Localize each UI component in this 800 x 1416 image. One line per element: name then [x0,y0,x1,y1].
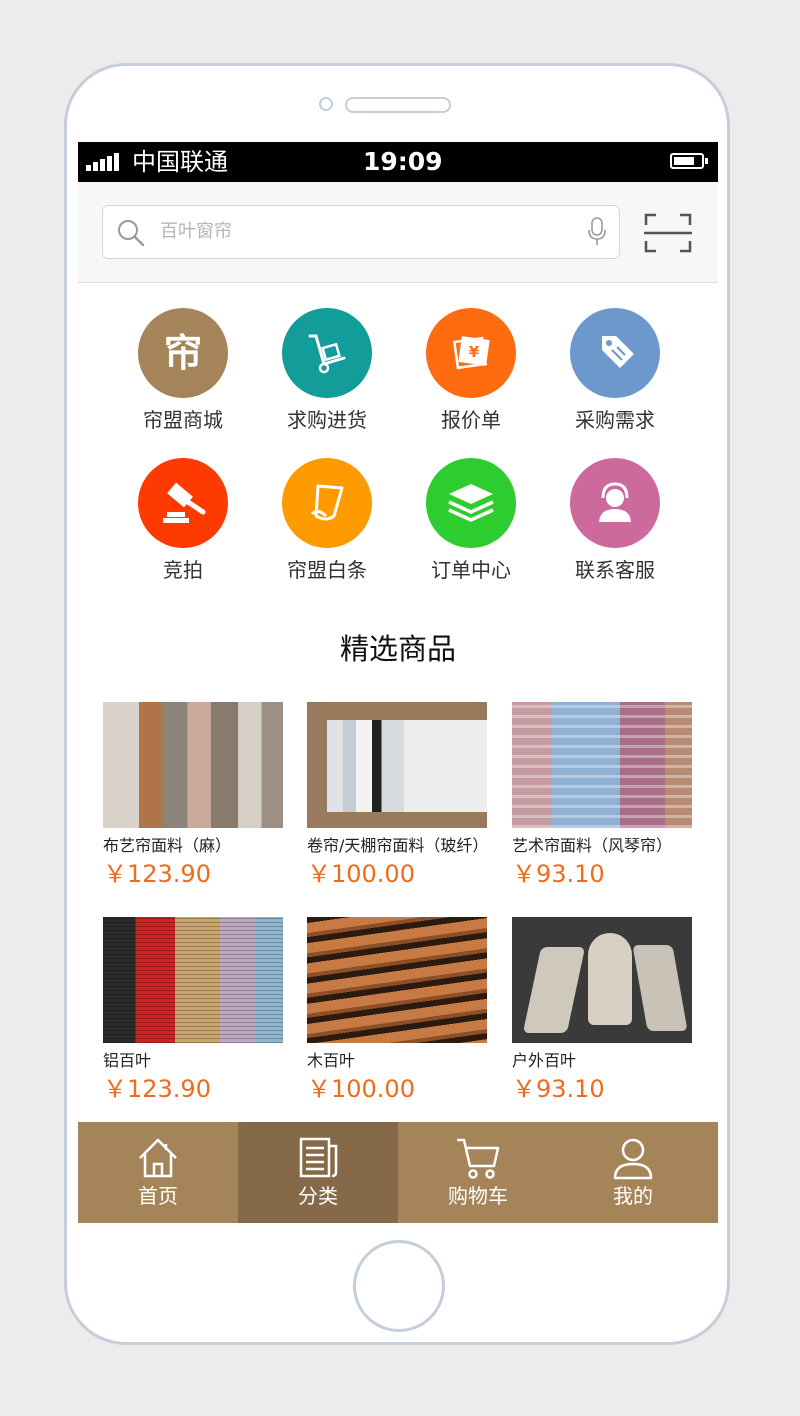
hand-truck-icon [282,308,372,398]
product-image[interactable] [307,917,487,1043]
product-name: 木百叶 [307,1051,356,1070]
product-name: 布艺帘面料（麻） [103,836,232,855]
category-auction[interactable]: 竞拍 [113,458,253,582]
microphone-icon[interactable] [587,217,607,247]
product-image[interactable] [512,702,692,828]
tab-label: 购物车 [448,1184,508,1208]
category-label: 报价单 [441,408,501,432]
category-label: 采购需求 [575,408,655,432]
tab-label: 首页 [138,1184,178,1208]
tab-cart[interactable]: 购物车 [398,1122,558,1223]
category-orders[interactable]: 订单中心 [401,458,541,582]
category-label: 帘盟白条 [287,558,367,582]
category-label: 订单中心 [431,558,511,582]
product-image[interactable] [307,702,487,828]
product-image[interactable] [103,917,283,1043]
scan-icon[interactable] [644,213,692,253]
search-header: 百叶窗帘 [78,182,718,283]
tab-label: 我的 [613,1184,653,1208]
product-name: 卷帘/天棚帘面料（玻纤） [307,836,489,855]
product-price: ￥100.00 [307,860,415,888]
product-card[interactable]: 布艺帘面料（麻） ￥123.90 [103,702,283,888]
status-bar: 中国联通 19:09 [78,142,718,182]
category-label: 联系客服 [575,558,655,582]
front-camera [319,97,333,111]
signal-icon [86,153,126,171]
section-title: 精选商品 [339,632,456,666]
search-icon [118,220,145,247]
category-icon [299,1137,338,1178]
tab-label: 分类 [298,1184,338,1208]
home-icon [139,1138,177,1178]
user-icon [613,1138,653,1180]
carrier-name: 中国联通 [132,148,228,176]
product-image[interactable] [512,917,692,1043]
category-demand[interactable]: 采购需求 [545,308,685,432]
customer-service-icon [570,458,660,548]
category-purchase[interactable]: 求购进货 [257,308,397,432]
product-card[interactable]: 卷帘/天棚帘面料（玻纤） ￥100.00 [307,702,489,888]
product-price: ￥93.10 [512,860,605,888]
product-price: ￥100.00 [307,1075,415,1103]
cart-icon [457,1138,500,1179]
category-credit[interactable]: 帘盟白条 [257,458,397,582]
shop-logo-icon: 帘 [138,308,228,398]
ticket-icon [282,458,372,548]
auction-gavel-icon [138,458,228,548]
home-button[interactable] [353,1240,445,1332]
status-time: 19:09 [363,147,443,176]
svg-text:¥: ¥ [469,343,480,361]
category-shop[interactable]: 帘 帘盟商城 [113,308,253,432]
tab-home[interactable]: 首页 [78,1122,238,1223]
product-card[interactable]: 铝百叶 ￥123.90 [103,917,283,1103]
tab-me[interactable]: 我的 [558,1122,708,1223]
price-tag-icon [570,308,660,398]
category-label: 帘盟商城 [143,408,223,432]
app-screen: 中国联通 19:09 百叶窗帘 帘 帘盟商城 求购进货 ¥ 报价单 采购需求 竞… [78,142,718,1223]
search-input[interactable]: 百叶窗帘 [102,205,620,259]
category-customer-service[interactable]: 联系客服 [545,458,685,582]
product-image[interactable] [103,702,283,828]
product-price: ￥93.10 [512,1075,605,1103]
tab-category[interactable]: 分类 [238,1122,398,1223]
category-quotation[interactable]: ¥ 报价单 [401,308,541,432]
product-name: 艺术帘面料（风琴帘） [512,836,673,855]
category-label: 求购进货 [287,408,367,432]
product-card[interactable]: 艺术帘面料（风琴帘） ￥93.10 [512,702,692,888]
bottom-tab-bar: 首页 分类 购物车 我的 [78,1122,718,1223]
earpiece-speaker [345,97,451,113]
product-name: 铝百叶 [103,1051,152,1070]
product-card[interactable]: 户外百叶 ￥93.10 [512,917,692,1103]
product-name: 户外百叶 [512,1051,577,1070]
price-photo-icon: ¥ [426,308,516,398]
product-card[interactable]: 木百叶 ￥100.00 [307,917,487,1103]
product-price: ￥123.90 [103,1075,211,1103]
category-label: 竞拍 [163,558,203,582]
product-price: ￥123.90 [103,860,211,888]
stack-icon [426,458,516,548]
battery-icon [670,153,708,169]
search-placeholder: 百叶窗帘 [160,221,232,242]
